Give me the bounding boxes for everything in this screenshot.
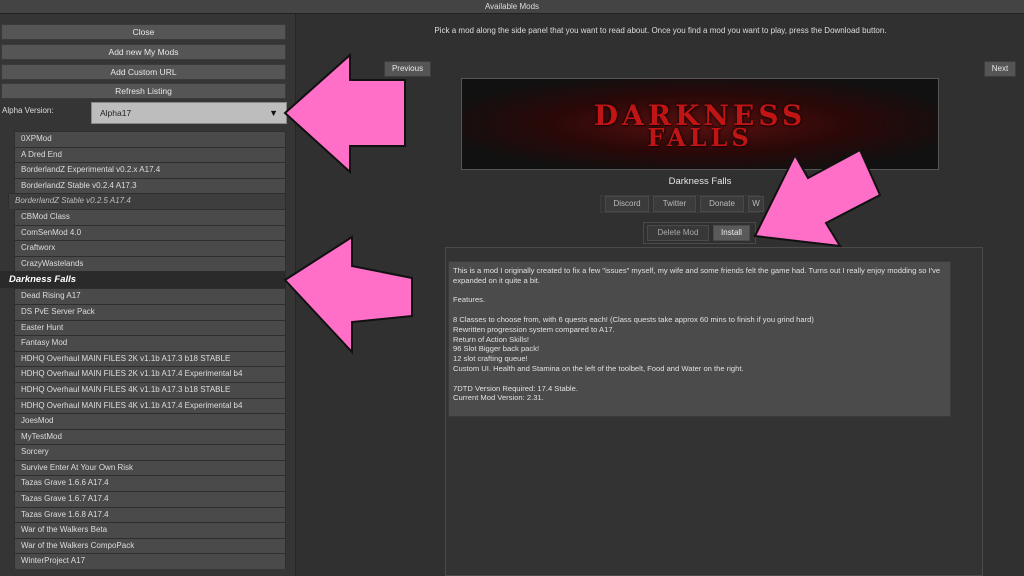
arrow-icon-dropdown — [283, 52, 406, 175]
arrow-icon-darkness-falls — [283, 235, 413, 355]
annotation-arrows — [283, 52, 882, 355]
arrow-icon-install — [753, 148, 882, 248]
